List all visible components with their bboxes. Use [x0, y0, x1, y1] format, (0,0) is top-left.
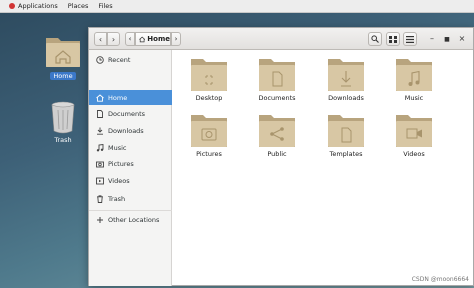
desktop-home-icon[interactable]: Home — [38, 32, 88, 80]
forward-button[interactable]: › — [107, 32, 120, 46]
folder-label: Videos — [403, 150, 425, 158]
sidebar-item-recent[interactable]: Recent — [89, 52, 172, 67]
folder-videos[interactable]: Videos — [384, 114, 444, 158]
maximize-icon: ■ — [444, 36, 450, 43]
folder-label: Public — [267, 150, 287, 158]
home-icon — [139, 36, 146, 42]
home-icon — [96, 93, 104, 102]
trash-icon — [96, 194, 104, 203]
minimize-button[interactable]: – — [426, 33, 438, 45]
folder-downloads[interactable]: Downloads — [316, 58, 376, 102]
desktop-trash-label: Trash — [54, 136, 72, 144]
folder-label: Pictures — [196, 150, 222, 158]
folder-documents[interactable]: Documents — [247, 58, 307, 102]
back-button[interactable]: ‹ — [94, 32, 107, 46]
sidebar-item-label: Other Locations — [108, 215, 160, 224]
folder-templates[interactable]: Templates — [316, 114, 376, 158]
watermark-text: CSDN @moon6664 — [411, 276, 469, 283]
chevron-left-icon: ‹ — [98, 34, 103, 44]
public-folder-icon — [259, 115, 295, 147]
document-icon — [96, 109, 104, 118]
sidebar-item-trash[interactable]: Trash — [89, 191, 172, 206]
folder-public[interactable]: Public — [247, 114, 307, 158]
sidebar-item-downloads[interactable]: Downloads — [89, 123, 172, 138]
pictures-folder-icon — [191, 115, 227, 147]
music-icon — [96, 143, 104, 152]
sidebar-item-label: Downloads — [108, 126, 144, 135]
sidebar-item-label: Videos — [108, 176, 130, 185]
places-menu-label: Places — [67, 2, 89, 10]
places-menu[interactable]: Places — [63, 0, 94, 13]
folder-label: Templates — [329, 150, 363, 158]
clock-icon — [96, 55, 104, 64]
video-icon — [96, 177, 104, 185]
files-menu-label: Files — [98, 2, 113, 10]
sidebar-item-label: Documents — [108, 109, 146, 118]
maximize-button[interactable]: ■ — [441, 33, 453, 46]
close-icon: × — [458, 34, 466, 43]
sidebar-item-home[interactable]: Home — [89, 90, 172, 105]
folder-label: Desktop — [195, 94, 223, 102]
breadcrumb-home-label: Home — [147, 35, 170, 43]
sidebar-item-documents[interactable]: Documents — [89, 106, 172, 121]
path-left-button[interactable]: ‹ — [125, 32, 135, 46]
plus-icon — [96, 216, 104, 224]
hamburger-menu-icon — [406, 35, 414, 43]
top-panel: Applications Places Files — [0, 0, 474, 13]
sidebar-item-pictures[interactable]: Pictures — [89, 156, 172, 171]
folder-music[interactable]: Music — [384, 58, 444, 102]
grid-view-icon — [389, 35, 397, 43]
folder-label: Downloads — [328, 94, 364, 102]
sidebar-item-label: Home — [108, 93, 128, 102]
path-left-chevron-icon: ‹ — [128, 35, 132, 43]
applications-menu[interactable]: Applications — [4, 0, 63, 13]
documents-folder-icon — [259, 59, 295, 91]
home-folder-icon — [46, 38, 80, 67]
minimize-icon: – — [430, 34, 434, 43]
file-manager-window: ‹ › ‹ Home › – ■ × Recent Home Documents… — [88, 27, 474, 286]
files-menu[interactable]: Files — [93, 0, 117, 13]
view-options-button[interactable] — [386, 32, 400, 46]
sidebar-item-label: Recent — [108, 55, 131, 64]
templates-folder-icon — [328, 115, 364, 147]
chevron-right-icon: › — [111, 34, 116, 44]
downloads-folder-icon — [328, 59, 364, 91]
distro-logo-icon — [9, 3, 15, 9]
folder-pictures[interactable]: Pictures — [179, 114, 239, 158]
desktop-trash-icon[interactable]: Trash — [38, 100, 88, 144]
menu-button[interactable] — [403, 32, 417, 46]
sidebar-item-label: Pictures — [108, 159, 134, 168]
applications-menu-label: Applications — [18, 2, 58, 10]
search-button[interactable] — [368, 32, 382, 46]
desktop-folder-icon — [191, 59, 227, 91]
folder-label: Music — [404, 94, 424, 102]
folder-label: Documents — [258, 94, 296, 102]
sidebar-divider — [89, 210, 172, 211]
folder-desktop[interactable]: Desktop — [179, 58, 239, 102]
search-icon — [371, 35, 379, 43]
trash-can-icon — [51, 101, 75, 134]
sidebar-item-other-locations[interactable]: Other Locations — [89, 212, 172, 227]
desktop-home-label: Home — [50, 72, 76, 80]
sidebar-item-label: Trash — [108, 194, 126, 203]
header-bar: ‹ › ‹ Home › – ■ × — [89, 28, 473, 50]
sidebar-item-music[interactable]: Music — [89, 140, 172, 155]
sidebar-item-videos[interactable]: Videos — [89, 173, 172, 188]
camera-icon — [96, 160, 104, 168]
path-right-chevron-icon: › — [174, 35, 178, 43]
music-folder-icon — [396, 59, 432, 91]
videos-folder-icon — [396, 115, 432, 147]
close-button[interactable]: × — [456, 33, 468, 45]
sidebar-item-label: Music — [108, 143, 127, 152]
download-icon — [96, 127, 104, 135]
breadcrumb-home[interactable]: Home — [135, 32, 171, 46]
sidebar: Recent Home Documents Downloads Music Pi… — [89, 50, 172, 286]
path-right-button[interactable]: › — [171, 32, 181, 46]
